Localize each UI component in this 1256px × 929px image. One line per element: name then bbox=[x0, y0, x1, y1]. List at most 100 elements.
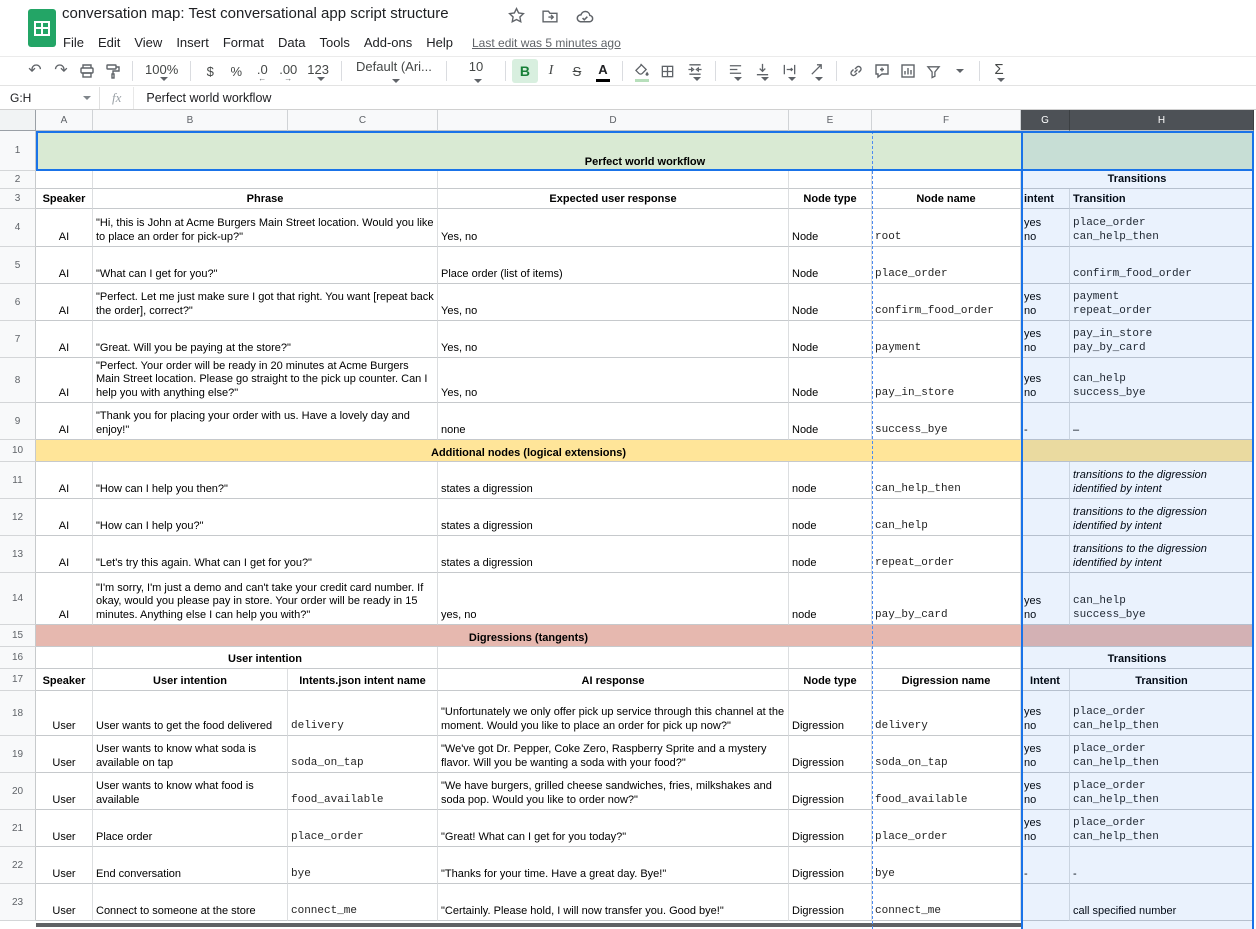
star-icon[interactable] bbox=[508, 7, 525, 24]
cell-E6[interactable]: Node bbox=[789, 284, 872, 321]
cell-B3[interactable]: Phrase bbox=[93, 189, 438, 209]
cell-A7[interactable]: AI bbox=[36, 321, 93, 358]
cell-D11[interactable]: states a digression bbox=[438, 462, 789, 499]
cell-A2[interactable] bbox=[36, 171, 93, 189]
cell-G8[interactable]: yes no bbox=[1021, 358, 1070, 403]
redo-button[interactable]: ↷ bbox=[48, 59, 74, 83]
cell-F19[interactable]: soda_on_tap bbox=[872, 736, 1021, 773]
cell-A4[interactable]: AI bbox=[36, 209, 93, 247]
cell-F21[interactable]: place_order bbox=[872, 810, 1021, 847]
menu-help[interactable]: Help bbox=[419, 33, 460, 52]
cell-B5[interactable]: "What can I get for you?" bbox=[93, 247, 438, 284]
cell-G13[interactable] bbox=[1021, 536, 1070, 573]
cell-D14[interactable]: yes, no bbox=[438, 573, 789, 625]
cell-B12[interactable]: "How can I help you?" bbox=[93, 499, 438, 536]
last-edit-link[interactable]: Last edit was 5 minutes ago bbox=[472, 36, 621, 50]
row-header-3[interactable]: 3 bbox=[0, 189, 36, 209]
row-header-12[interactable]: 12 bbox=[0, 499, 36, 536]
menu-addons[interactable]: Add-ons bbox=[357, 33, 419, 52]
column-header-G[interactable]: G bbox=[1021, 110, 1070, 131]
cell-D22[interactable]: "Thanks for your time. Have a great day.… bbox=[438, 847, 789, 884]
cell-B17[interactable]: User intention bbox=[93, 669, 288, 691]
cell-E22[interactable]: Digression bbox=[789, 847, 872, 884]
cell-B18[interactable]: User wants to get the food delivered bbox=[93, 691, 288, 736]
row-header-9[interactable]: 9 bbox=[0, 403, 36, 440]
sheets-logo[interactable] bbox=[28, 9, 56, 47]
cell-D20[interactable]: "We have burgers, grilled cheese sandwic… bbox=[438, 773, 789, 810]
cell-E12[interactable]: node bbox=[789, 499, 872, 536]
insert-comment-button[interactable] bbox=[869, 59, 895, 83]
cell-E13[interactable]: node bbox=[789, 536, 872, 573]
cell-E17[interactable]: Node type bbox=[789, 669, 872, 691]
row-header-7[interactable]: 7 bbox=[0, 321, 36, 358]
menu-edit[interactable]: Edit bbox=[91, 33, 127, 52]
banner-row-1[interactable]: Perfect world workflow bbox=[36, 131, 1254, 171]
cell-A12[interactable]: AI bbox=[36, 499, 93, 536]
cell-A16[interactable] bbox=[36, 647, 93, 669]
cell-H13[interactable]: transitions to the digression identified… bbox=[1070, 536, 1254, 573]
cell-A13[interactable]: AI bbox=[36, 536, 93, 573]
cell-E20[interactable]: Digression bbox=[789, 773, 872, 810]
cell-F11[interactable]: can_help_then bbox=[872, 462, 1021, 499]
cell-A6[interactable]: AI bbox=[36, 284, 93, 321]
text-color-button[interactable]: A bbox=[590, 59, 616, 83]
cell-F6[interactable]: confirm_food_order bbox=[872, 284, 1021, 321]
cell-H12[interactable]: transitions to the digression identified… bbox=[1070, 499, 1254, 536]
text-wrap-button[interactable] bbox=[776, 59, 803, 83]
cell-G3[interactable]: intent bbox=[1021, 189, 1070, 209]
cell-H9[interactable]: – bbox=[1070, 403, 1254, 440]
italic-button[interactable]: I bbox=[538, 59, 564, 83]
row-header-21[interactable]: 21 bbox=[0, 810, 36, 847]
cell-C19[interactable]: soda_on_tap bbox=[288, 736, 438, 773]
cell-E4[interactable]: Node bbox=[789, 209, 872, 247]
cell-G18[interactable]: yes no bbox=[1021, 691, 1070, 736]
cell-H18[interactable]: place_order can_help_then bbox=[1070, 691, 1254, 736]
paint-format-button[interactable] bbox=[100, 59, 126, 83]
cell-D16[interactable] bbox=[438, 647, 789, 669]
cell-G4[interactable]: yes no bbox=[1021, 209, 1070, 247]
filter-views-button[interactable] bbox=[947, 59, 973, 83]
menu-format[interactable]: Format bbox=[216, 33, 271, 52]
cell-D7[interactable]: Yes, no bbox=[438, 321, 789, 358]
cell-F20[interactable]: food_available bbox=[872, 773, 1021, 810]
cell-B22[interactable]: End conversation bbox=[93, 847, 288, 884]
row-header-11[interactable]: 11 bbox=[0, 462, 36, 499]
cell-D5[interactable]: Place order (list of items) bbox=[438, 247, 789, 284]
cell-E19[interactable]: Digression bbox=[789, 736, 872, 773]
cell-E18[interactable]: Digression bbox=[789, 691, 872, 736]
cell-D6[interactable]: Yes, no bbox=[438, 284, 789, 321]
cell-G19[interactable]: yes no bbox=[1021, 736, 1070, 773]
cell-G7[interactable]: yes no bbox=[1021, 321, 1070, 358]
column-header-A[interactable]: A bbox=[36, 110, 93, 131]
cell-F17[interactable]: Digression name bbox=[872, 669, 1021, 691]
cell-H21[interactable]: place_order can_help_then bbox=[1070, 810, 1254, 847]
cell-H11[interactable]: transitions to the digression identified… bbox=[1070, 462, 1254, 499]
cell-F7[interactable]: payment bbox=[872, 321, 1021, 358]
cell-B14[interactable]: "I'm sorry, I'm just a demo and can't ta… bbox=[93, 573, 438, 625]
cell-B23[interactable]: Connect to someone at the store bbox=[93, 884, 288, 921]
cell-F4[interactable]: root bbox=[872, 209, 1021, 247]
strikethrough-button[interactable]: S bbox=[564, 59, 590, 83]
filter-button[interactable] bbox=[921, 59, 947, 83]
row-header-10[interactable]: 10 bbox=[0, 440, 36, 462]
fill-color-button[interactable] bbox=[629, 59, 655, 83]
row-header-13[interactable]: 13 bbox=[0, 536, 36, 573]
name-box[interactable]: G:H bbox=[0, 87, 100, 109]
formula-input[interactable]: Perfect world workflow bbox=[134, 91, 1256, 105]
column-header-D[interactable]: D bbox=[438, 110, 789, 131]
cell-A17[interactable]: Speaker bbox=[36, 669, 93, 691]
row-header-2[interactable]: 2 bbox=[0, 171, 36, 189]
cell-G9[interactable]: - bbox=[1021, 403, 1070, 440]
column-header-C[interactable]: C bbox=[288, 110, 438, 131]
text-rotation-button[interactable] bbox=[803, 59, 830, 83]
row-header-8[interactable]: 8 bbox=[0, 358, 36, 403]
row-header-6[interactable]: 6 bbox=[0, 284, 36, 321]
cell-C21[interactable]: place_order bbox=[288, 810, 438, 847]
cell-D18[interactable]: "Unfortunately we only offer pick up ser… bbox=[438, 691, 789, 736]
decrease-decimal-button[interactable]: .0 ← bbox=[249, 59, 275, 83]
column-header-H[interactable]: H bbox=[1070, 110, 1254, 131]
cell-A23[interactable]: User bbox=[36, 884, 93, 921]
format-percent-button[interactable]: % bbox=[223, 59, 249, 83]
format-currency-button[interactable]: $ bbox=[197, 59, 223, 83]
cell-F8[interactable]: pay_in_store bbox=[872, 358, 1021, 403]
